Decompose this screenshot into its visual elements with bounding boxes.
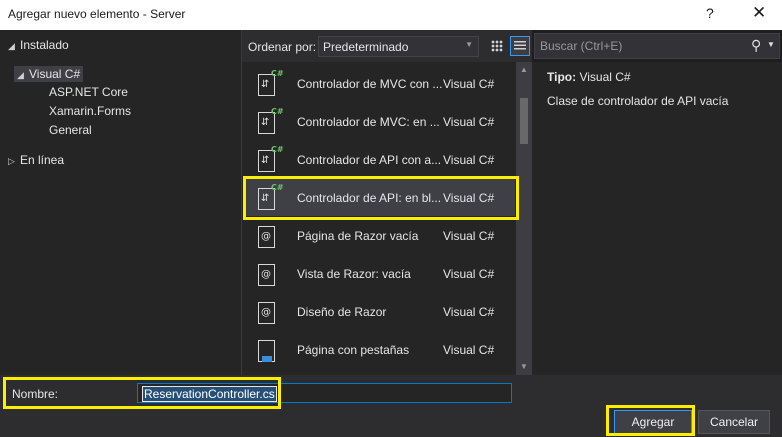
help-button[interactable]: ? — [706, 5, 714, 21]
search-placeholder: Buscar (Ctrl+E) — [540, 39, 623, 53]
template-language: Visual C# — [443, 229, 495, 243]
detail-type: Tipo: Visual C# — [547, 70, 631, 84]
tree-item-label: General — [49, 123, 92, 137]
template-row[interactable]: C# ⇵ Controlador de MVC: en ... Visual C# — [244, 102, 515, 140]
tree-item-online[interactable]: ▷ En línea — [8, 153, 64, 167]
add-button-highlight — [606, 405, 695, 436]
scroll-up-icon[interactable]: ▲ — [520, 65, 528, 74]
template-row[interactable]: C# ⇵ Controlador de API con a... Visual C… — [244, 140, 515, 178]
sort-label: Ordenar por: — [248, 40, 317, 54]
template-language: Visual C# — [443, 115, 495, 129]
collapse-arrow-icon[interactable]: ◢ — [17, 70, 29, 81]
template-language: Visual C# — [443, 77, 495, 91]
razor-page-icon: @ — [256, 298, 282, 326]
detail-type-value: Visual C# — [579, 70, 631, 84]
template-row[interactable]: @ Página de Razor vacía Visual C# — [244, 216, 515, 254]
category-tree: ◢ Instalado ◢ Visual C# ASP.NET Core Xamar… — [0, 30, 242, 375]
tree-item-label: Instalado — [20, 38, 69, 52]
detail-type-label: Tipo: — [547, 70, 577, 84]
template-row[interactable]: @ Diseño de Razor Visual C# — [244, 292, 515, 330]
collapse-arrow-icon[interactable]: ◢ — [8, 41, 20, 52]
window-title: Agregar nuevo elemento - Server — [8, 7, 186, 21]
template-language: Visual C# — [443, 267, 495, 281]
detail-description: Clase de controlador de API vacía — [547, 94, 729, 108]
template-name: Vista de Razor: vacía — [297, 267, 411, 281]
chevron-down-icon: ▼ — [465, 40, 473, 49]
search-box[interactable]: Buscar (Ctrl+E) ⚲ ▼ — [534, 33, 780, 59]
template-name: Controlador de MVC: en ... — [297, 115, 440, 129]
chevron-down-icon[interactable]: ▼ — [767, 40, 775, 49]
template-name: Controlador de MVC con ... — [297, 77, 443, 91]
template-row[interactable]: C# ⇵ Controlador de MVC con ... Visual C# — [244, 64, 515, 102]
title-bar: Agregar nuevo elemento - Server ? ✕ — [0, 0, 782, 30]
template-language: Visual C# — [443, 343, 495, 357]
csharp-controller-icon: C# ⇵ — [256, 69, 284, 98]
cancel-button[interactable]: Cancelar — [698, 410, 770, 434]
template-name: Página de Razor vacía — [297, 229, 419, 243]
csharp-controller-icon: C# ⇵ — [256, 145, 284, 174]
tree-item-label: ASP.NET Core — [49, 85, 128, 99]
template-name: Página con pestañas — [297, 343, 410, 357]
tabbed-page-icon — [256, 336, 282, 364]
tree-item-general[interactable]: General — [49, 123, 92, 137]
tree-item-aspnet-core[interactable]: ASP.NET Core — [49, 85, 128, 99]
template-row[interactable]: Página con pestañas Visual C# — [244, 330, 515, 368]
template-name: Controlador de API con a... — [297, 153, 442, 167]
detail-pane: Tipo: Visual C# Clase de controlador de … — [532, 62, 782, 375]
selected-row-highlight — [243, 176, 519, 220]
tree-item-label: Xamarin.Forms — [49, 104, 132, 118]
tree-item-installed[interactable]: ◢ Instalado — [8, 38, 69, 52]
sort-dropdown[interactable]: Predeterminado ▼ — [318, 36, 479, 57]
sort-bar: Ordenar por: Predeterminado ▼ — [242, 30, 532, 62]
template-name: Diseño de Razor — [297, 305, 387, 319]
csharp-controller-icon: C# ⇵ — [256, 107, 284, 136]
tree-item-label: Visual C# — [29, 67, 81, 81]
list-icon — [514, 41, 526, 52]
grid-icon — [491, 40, 503, 52]
tree-item-visual-csharp[interactable]: ◢ Visual C# — [14, 66, 84, 82]
template-language: Visual C# — [443, 305, 495, 319]
search-icon[interactable]: ⚲ — [751, 37, 761, 54]
template-language: Visual C# — [443, 153, 495, 167]
grid-view-button[interactable] — [487, 36, 507, 56]
expand-arrow-icon[interactable]: ▷ — [8, 156, 20, 167]
razor-page-icon: @ — [256, 260, 282, 288]
scrollbar-thumb[interactable] — [520, 98, 528, 144]
template-row[interactable]: @ Vista de Razor: vacía Visual C# — [244, 254, 515, 292]
tree-item-xamarin-forms[interactable]: Xamarin.Forms — [49, 104, 131, 118]
close-button[interactable]: ✕ — [752, 3, 766, 23]
scroll-down-icon[interactable]: ▼ — [520, 362, 528, 371]
sort-value: Predeterminado — [323, 40, 409, 54]
razor-page-icon: @ — [256, 222, 282, 250]
tree-item-label: En línea — [20, 153, 65, 167]
list-view-button[interactable] — [510, 36, 530, 56]
name-field-highlight — [3, 377, 281, 409]
